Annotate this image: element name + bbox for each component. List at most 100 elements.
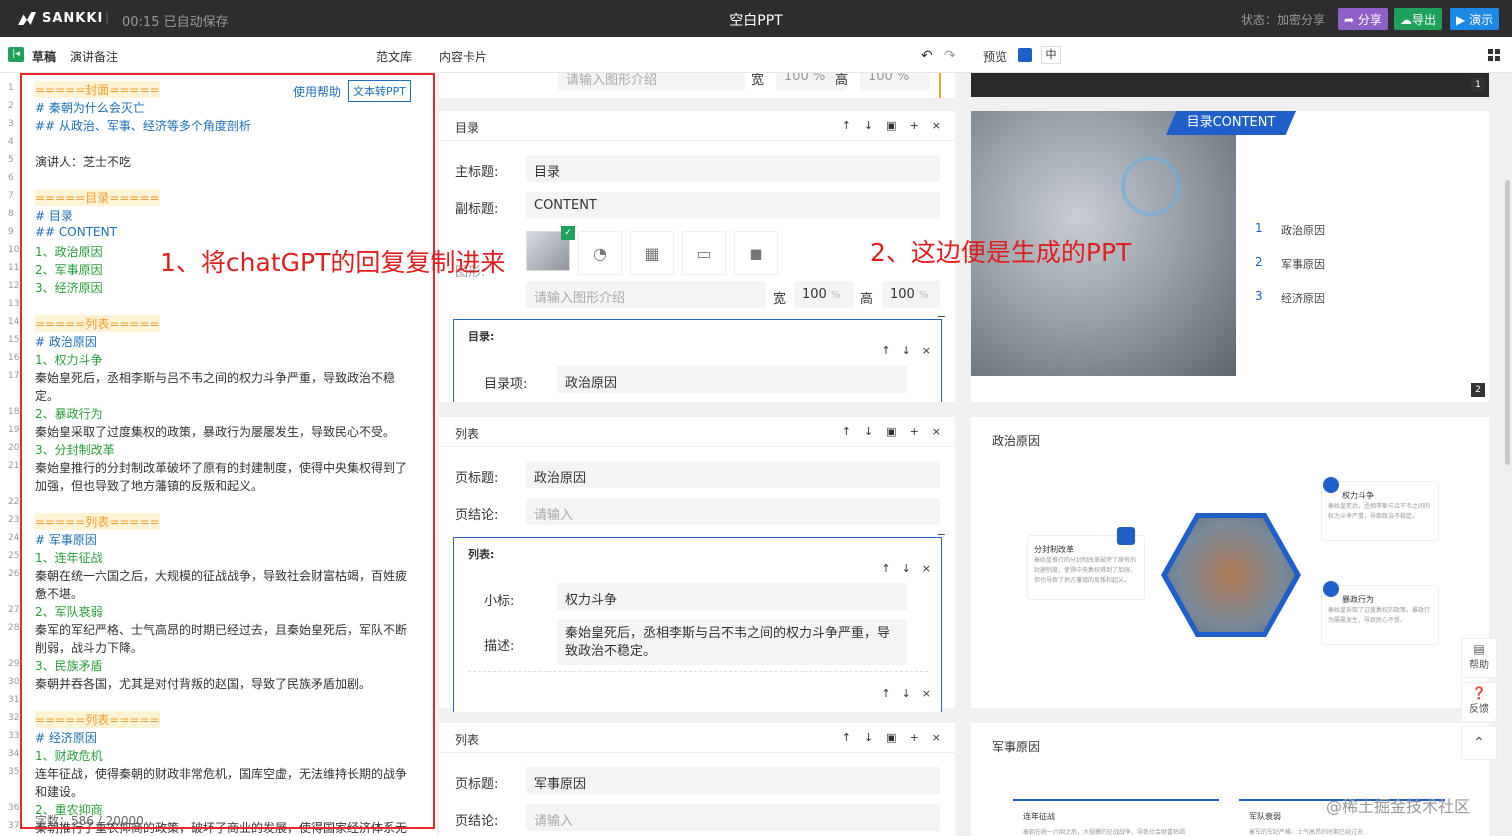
- annotation-right: 2、这边便是生成的PPT: [870, 238, 1132, 267]
- slide-3-political[interactable]: 政治原因 权力斗争 秦始皇死后，丞相李斯与吕不韦之间的权力斗争严重，导致政治不稳…: [971, 417, 1489, 708]
- close-icon[interactable]: ×: [922, 344, 931, 357]
- slide-number: 2: [1471, 383, 1485, 397]
- size-toggle[interactable]: 中: [1041, 46, 1061, 64]
- present-button[interactable]: ▶ 演示: [1450, 8, 1500, 30]
- cover-graphic-desc-input[interactable]: 请输入图形介绍: [558, 73, 745, 91]
- markdown-editor[interactable]: 1 =====封面===== 2 # 秦朝为什么会灭亡 3 ## 从政治、军事、经济等多个…: [0, 73, 437, 836]
- annotation-left: 1、将chatGPT的回复复制进来: [160, 248, 506, 277]
- list-card-title: 列表: [455, 733, 480, 747]
- page-conclusion-input[interactable]: 请输入: [526, 498, 940, 525]
- move-down-icon[interactable]: ↓: [864, 119, 873, 132]
- add-icon[interactable]: +: [910, 425, 919, 438]
- graphic-desc-input[interactable]: 请输入图形介绍: [526, 281, 766, 308]
- column-rule: [1013, 799, 1219, 801]
- item-controls: ↑ ↓ ×: [881, 562, 931, 575]
- slide-1-thumbnail[interactable]: 1: [971, 73, 1489, 97]
- line-number: 34: [8, 749, 20, 759]
- close-icon[interactable]: ×: [922, 562, 931, 575]
- redo-icon[interactable]: ↷: [944, 48, 956, 64]
- watermark: @稀土掘金技术社区: [1326, 797, 1471, 816]
- width-input[interactable]: 100 %: [794, 281, 854, 308]
- undo-icon[interactable]: ↶: [921, 48, 933, 64]
- copy-icon[interactable]: ▣: [886, 119, 896, 132]
- move-up-icon[interactable]: ↑: [881, 687, 890, 700]
- copy-icon[interactable]: ▣: [886, 731, 896, 744]
- subtitle-input[interactable]: CONTENT: [526, 192, 940, 219]
- line-number: 26: [8, 569, 20, 579]
- editor-line: 秦始皇推行的分封制改革破坏了原有的封建制度，使得中央集权得到了: [35, 461, 408, 475]
- height-input[interactable]: 100 %: [882, 281, 940, 308]
- editor-line: # 政治原因: [35, 335, 97, 349]
- feedback-button[interactable]: ❓ 反馈: [1461, 682, 1497, 722]
- toc-item: 经济原因: [1281, 292, 1325, 305]
- editor-line: 定。: [35, 389, 60, 403]
- line-number: 5: [8, 155, 14, 165]
- editor-line: 加强，但也导致了地方藩镇的反叛和起义。: [35, 479, 264, 493]
- move-down-icon[interactable]: ↓: [864, 425, 873, 438]
- list-items-group: 列表: − ↑ ↓ × 小标: 权力斗争 描述: 秦始皇死后，丞相李斯与吕不韦之…: [453, 528, 946, 712]
- help-button[interactable]: ▤ 帮助: [1461, 638, 1497, 678]
- move-up-icon[interactable]: ↑: [842, 119, 851, 132]
- move-up-icon[interactable]: ↑: [881, 562, 890, 575]
- subtitle-label: 副标题:: [455, 202, 499, 217]
- preview-label: 预览: [983, 50, 1008, 64]
- copy-icon[interactable]: ▣: [886, 425, 896, 438]
- scroll-top-icon[interactable]: ⌃: [1461, 726, 1497, 760]
- main-title-input[interactable]: 目录: [526, 155, 940, 182]
- item-desc-input[interactable]: 秦始皇死后，丞相李斯与吕不韦之间的权力斗争严重，导致政治不稳定。: [557, 619, 907, 665]
- collapse-panel-icon[interactable]: |◂: [8, 47, 24, 62]
- editor-line: # 目录: [35, 209, 73, 223]
- line-number: 13: [8, 299, 20, 309]
- point-title: 分封制改革: [1034, 545, 1074, 554]
- tab-template-library[interactable]: 范文库: [376, 48, 412, 65]
- tab-content-cards[interactable]: 内容卡片: [439, 48, 487, 65]
- cloud-upload-icon: ☁: [1400, 13, 1412, 27]
- move-down-icon[interactable]: ↓: [864, 731, 873, 744]
- height-input[interactable]: 100 %: [860, 73, 930, 91]
- move-up-icon[interactable]: ↑: [842, 425, 851, 438]
- help-link[interactable]: 使用帮助: [293, 83, 341, 100]
- video-icon[interactable]: ◼: [734, 231, 778, 275]
- preview-scrollbar[interactable]: [1505, 180, 1510, 465]
- page-title-input[interactable]: 政治原因: [526, 461, 940, 488]
- doc-icon: ▤: [1473, 642, 1485, 656]
- toc-item-input[interactable]: 政治原因: [557, 366, 907, 393]
- editor-line: 3、经济原因: [35, 281, 103, 295]
- export-button[interactable]: ☁导出: [1394, 8, 1443, 30]
- list-items-label: 列表:: [468, 548, 495, 561]
- page-title-input[interactable]: 军事原因: [526, 767, 940, 794]
- slide-4-military[interactable]: 军事原因 连年征战 秦朝在统一六国之后，大规模的征战战争，导致社会财富枯竭 军队…: [971, 723, 1489, 836]
- editor-line: # 经济原因: [35, 731, 97, 745]
- line-number: 12: [8, 281, 20, 291]
- pie-chart-icon[interactable]: ◔: [578, 231, 622, 275]
- close-icon[interactable]: ×: [922, 687, 931, 700]
- move-down-icon[interactable]: ↓: [902, 562, 911, 575]
- item-title-label: 小标:: [484, 594, 515, 609]
- editor-line: =====列表=====: [35, 711, 160, 728]
- item-title-input[interactable]: 权力斗争: [557, 583, 907, 610]
- close-icon[interactable]: ×: [932, 119, 941, 132]
- grid-view-icon[interactable]: [1488, 49, 1500, 61]
- theme-color-swatch[interactable]: [1018, 48, 1032, 62]
- share-button[interactable]: ➦ 分享: [1338, 8, 1388, 30]
- editor-line: =====目录=====: [35, 189, 160, 206]
- move-down-icon[interactable]: ↓: [902, 344, 911, 357]
- close-icon[interactable]: ×: [932, 731, 941, 744]
- collapse-icon[interactable]: −: [937, 310, 946, 323]
- text-to-ppt-button[interactable]: 文本转PPT: [348, 80, 411, 102]
- add-icon[interactable]: +: [910, 119, 919, 132]
- slide-title: 政治原因: [992, 434, 1041, 448]
- collapse-icon[interactable]: −: [937, 528, 946, 541]
- add-icon[interactable]: +: [910, 731, 919, 744]
- code-icon[interactable]: ▭: [682, 231, 726, 275]
- close-icon[interactable]: ×: [932, 425, 941, 438]
- column-desc: 秦军的军纪严格、士气高昂的时期已经过去: [1249, 829, 1364, 836]
- line-number: 17: [8, 371, 20, 381]
- move-up-icon[interactable]: ↑: [842, 731, 851, 744]
- tab-speaker-notes[interactable]: 演讲备注: [70, 48, 118, 65]
- move-up-icon[interactable]: ↑: [881, 344, 890, 357]
- page-conclusion-input[interactable]: 请输入: [526, 804, 940, 831]
- move-down-icon[interactable]: ↓: [902, 687, 911, 700]
- table-icon[interactable]: ▦: [630, 231, 674, 275]
- tab-draft[interactable]: 草稿: [32, 48, 56, 65]
